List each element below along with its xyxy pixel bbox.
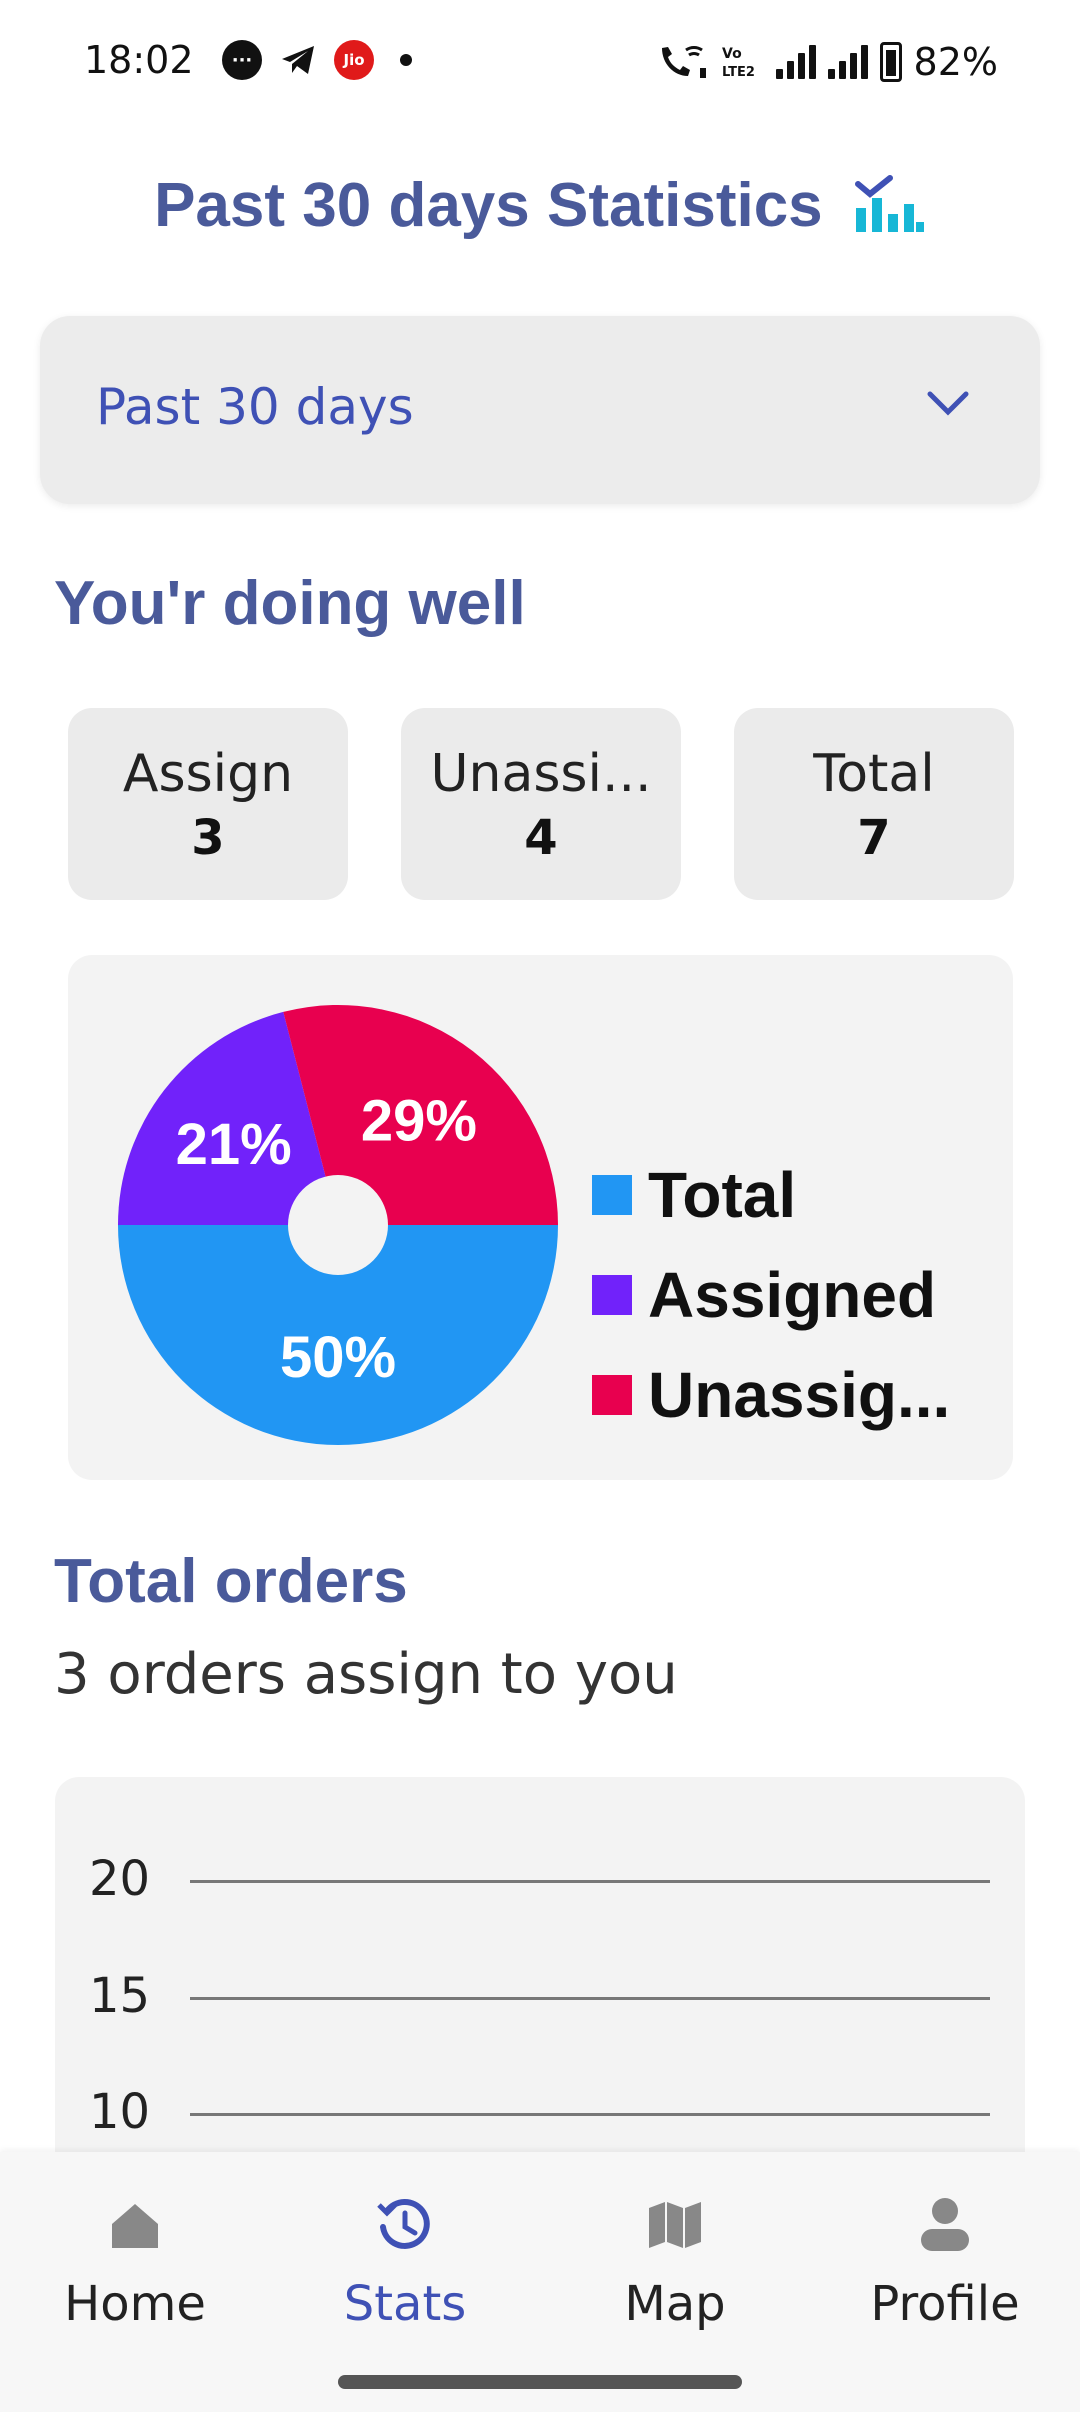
legend-item: Unassig... xyxy=(592,1345,950,1445)
stat-value: 7 xyxy=(857,810,891,866)
signal-icon-2 xyxy=(827,45,868,79)
bottom-navigation: Home Stats Map Profile xyxy=(0,2152,1080,2412)
nav-item-map[interactable]: Map xyxy=(540,2192,810,2332)
pie-slice-label: 21% xyxy=(176,1112,292,1177)
nav-item-stats[interactable]: Stats xyxy=(270,2192,540,2332)
home-gesture-bar[interactable] xyxy=(338,2375,742,2389)
more-notifications-dot xyxy=(400,54,412,66)
legend-label: Assigned xyxy=(648,1259,937,1331)
system-icons: Vo LTE2 82% xyxy=(656,40,998,84)
status-bar: 18:02 ··· Jio Vo LTE2 82% xyxy=(0,0,1080,125)
telegram-icon xyxy=(282,46,314,74)
volte-icon: Vo LTE2 xyxy=(722,46,755,80)
legend-swatch xyxy=(592,1275,632,1315)
notification-icons: ··· Jio xyxy=(222,40,412,80)
nav-label-home: Home xyxy=(64,2276,206,2332)
nav-item-home[interactable]: Home xyxy=(0,2192,270,2332)
stat-value: 3 xyxy=(191,810,225,866)
grid-line xyxy=(190,2113,990,2116)
stat-label: Unassi... xyxy=(430,744,652,804)
svg-text:Vo: Vo xyxy=(722,46,742,62)
page-title-text: Past 30 days Statistics xyxy=(154,171,823,240)
grid-line xyxy=(190,1880,990,1883)
y-tick-label: 10 xyxy=(89,2084,151,2140)
svg-text:LTE2: LTE2 xyxy=(722,65,755,80)
nav-label-profile: Profile xyxy=(870,2276,1020,2332)
pie-center-hole xyxy=(288,1175,388,1275)
map-icon xyxy=(649,2202,701,2248)
legend-label: Unassig... xyxy=(648,1359,951,1431)
orders-heading: Total orders xyxy=(54,1547,408,1616)
stats-chart-icon xyxy=(854,175,924,232)
summary-heading: You'r doing well xyxy=(54,569,526,638)
history-icon xyxy=(377,2199,430,2249)
legend-swatch xyxy=(592,1375,632,1415)
nav-label-stats: Stats xyxy=(343,2276,467,2332)
legend-label: Total xyxy=(648,1159,797,1231)
stat-label: Assign xyxy=(122,744,294,804)
legend-item: Total xyxy=(592,1145,950,1245)
pie-slice-label: 29% xyxy=(361,1089,477,1154)
stat-card-unassigned[interactable]: Unassi... 4 xyxy=(401,708,681,900)
y-tick-label: 15 xyxy=(89,1968,151,2024)
stat-value: 4 xyxy=(524,810,558,866)
y-tick-label: 20 xyxy=(89,1851,151,1907)
message-icon: ··· xyxy=(222,40,262,80)
chevron-down-icon xyxy=(927,391,969,416)
legend-item: Assigned xyxy=(592,1245,950,1345)
nav-item-profile[interactable]: Profile xyxy=(810,2192,1080,2332)
stat-card-assign[interactable]: Assign 3 xyxy=(68,708,348,900)
battery-icon xyxy=(879,42,902,82)
grid-line xyxy=(190,1997,990,2000)
pie-legend: Total Assigned Unassig... xyxy=(592,1145,950,1445)
signal-icon xyxy=(775,45,816,79)
period-dropdown-value: Past 30 days xyxy=(96,378,414,436)
pie-chart-card: 50% 21% 29% Total Assigned Unassig... xyxy=(68,955,1013,1480)
status-time: 18:02 xyxy=(84,38,194,82)
wifi-call-icon xyxy=(661,45,706,78)
person-icon xyxy=(921,2198,969,2251)
period-dropdown[interactable]: Past 30 days xyxy=(40,316,1040,504)
legend-swatch xyxy=(592,1175,632,1215)
jio-icon: Jio xyxy=(334,40,374,80)
pie-chart: 50% 21% 29% xyxy=(118,1005,558,1445)
stat-label: Total xyxy=(813,744,935,804)
stat-card-total[interactable]: Total 7 xyxy=(734,708,1014,900)
home-icon xyxy=(112,2204,158,2248)
orders-subtitle: 3 orders assign to you xyxy=(54,1642,678,1707)
nav-label-map: Map xyxy=(624,2276,726,2332)
battery-percent: 82% xyxy=(913,40,998,84)
pie-slice-label: 50% xyxy=(280,1325,396,1390)
page-title: Past 30 days Statistics xyxy=(0,170,1080,241)
